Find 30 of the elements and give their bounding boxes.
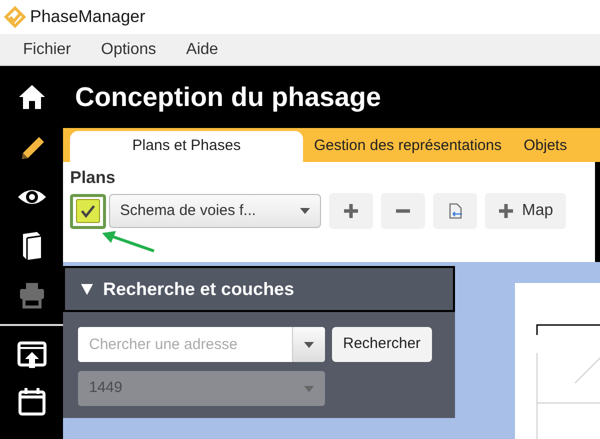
annotation-arrow: [100, 229, 156, 255]
menu-item[interactable]: Fichier: [13, 38, 82, 62]
window-title: PhaseManager: [30, 6, 146, 28]
document-arrow-icon: [447, 203, 463, 219]
checkbox[interactable]: [76, 199, 100, 223]
search-button[interactable]: Rechercher: [332, 327, 432, 362]
caret-icon: [300, 208, 310, 214]
plan-dropdown[interactable]: Schema de voies f...: [109, 194, 321, 228]
address-field[interactable]: Chercher une adresse: [78, 327, 325, 362]
add-map-button[interactable]: Map: [485, 193, 566, 229]
menu-item[interactable]: Options: [91, 38, 166, 62]
tab[interactable]: Gestion des représentations: [303, 131, 513, 162]
caret-icon: [304, 386, 314, 392]
tab[interactable]: Objets: [512, 131, 578, 162]
plus-icon: [343, 203, 359, 219]
page-title: Conception du phasage: [74, 80, 382, 114]
plus-icon: [498, 203, 514, 219]
calendar-icon[interactable]: [16, 386, 46, 416]
add-button[interactable]: [329, 193, 373, 229]
menu-item[interactable]: Aide: [176, 38, 228, 62]
section-title: Plans: [70, 168, 116, 188]
upload-window-icon[interactable]: [16, 340, 46, 370]
tab[interactable]: Plans et Phases: [70, 131, 303, 162]
caret-icon: [304, 342, 314, 348]
logo-icon: [4, 6, 26, 28]
panel-header[interactable]: Recherche et couches: [63, 266, 455, 312]
home-icon[interactable]: [16, 82, 46, 112]
import-button[interactable]: [433, 193, 477, 229]
check-icon: [80, 204, 96, 218]
remove-button[interactable]: [381, 193, 425, 229]
